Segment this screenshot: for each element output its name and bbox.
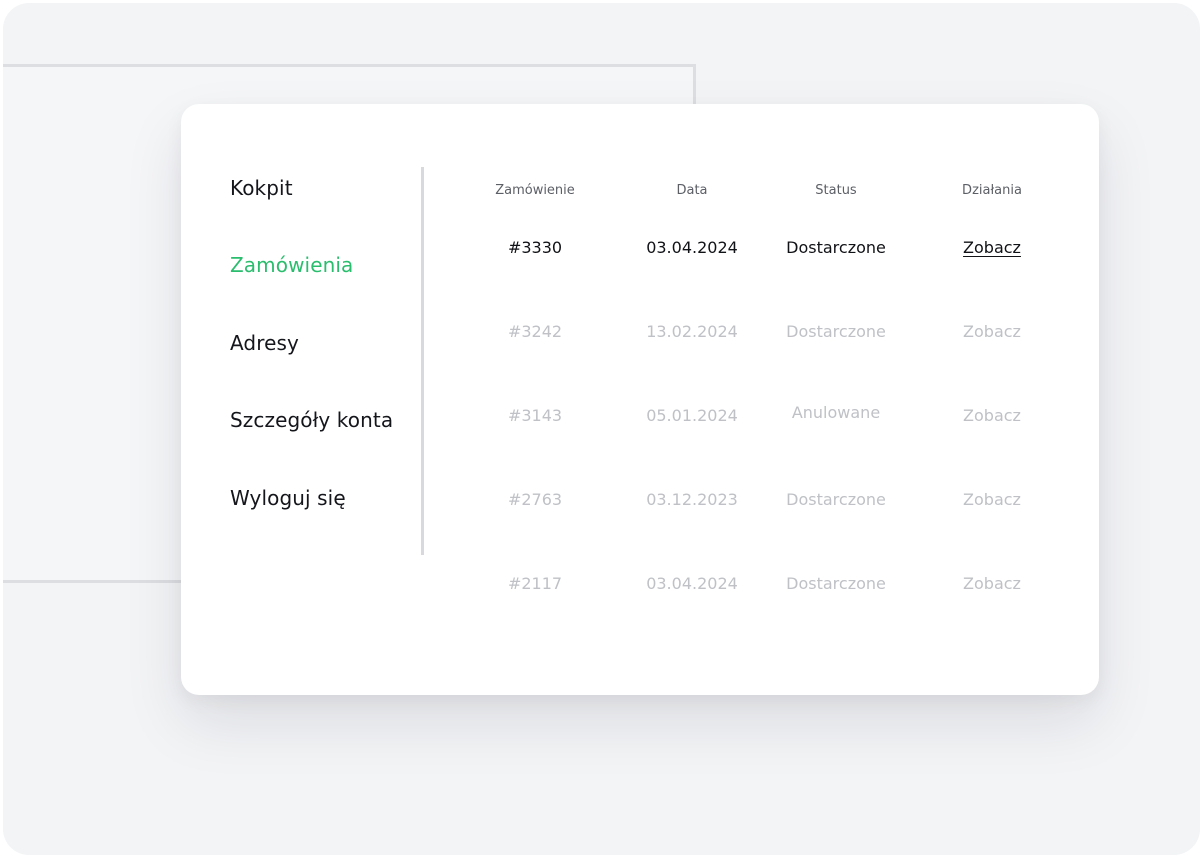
view-order-link[interactable]: Zobacz (963, 406, 1021, 425)
order-date: 13.02.2024 (646, 322, 738, 341)
sidebar-item-dashboard[interactable]: Kokpit (230, 176, 293, 200)
sidebar-divider (421, 167, 424, 555)
sidebar-item-orders[interactable]: Zamówienia (230, 253, 353, 277)
order-status: Dostarczone (786, 574, 886, 593)
view-order-link[interactable]: Zobacz (963, 574, 1021, 593)
view-order-link[interactable]: Zobacz (963, 238, 1021, 257)
order-number: #2117 (507, 574, 563, 593)
sidebar-item-addresses[interactable]: Adresy (230, 331, 299, 355)
order-date: 03.12.2023 (646, 490, 738, 509)
app-backdrop: Kokpit Zamówienia Adresy Szczegóły konta… (3, 3, 1200, 855)
order-status: Dostarczone (786, 322, 886, 341)
order-date: 03.04.2024 (646, 574, 738, 593)
column-header-actions: Działania (962, 183, 1022, 198)
order-status: Dostarczone (786, 238, 886, 257)
column-header-status: Status (815, 183, 857, 198)
sidebar-item-logout[interactable]: Wyloguj się (230, 486, 346, 510)
order-status: Dostarczone (786, 490, 886, 509)
order-number: #3143 (507, 406, 563, 425)
view-order-link[interactable]: Zobacz (963, 322, 1021, 341)
order-number: #3242 (507, 322, 563, 341)
order-date: 05.01.2024 (646, 406, 738, 425)
account-card: Kokpit Zamówienia Adresy Szczegóły konta… (181, 104, 1099, 695)
order-number: #3330 (507, 238, 563, 257)
order-date: 03.04.2024 (646, 238, 738, 257)
view-order-link[interactable]: Zobacz (963, 490, 1021, 509)
column-header-date: Data (676, 183, 708, 198)
sidebar-item-account-details[interactable]: Szczegóły konta (230, 408, 393, 432)
order-number: #2763 (507, 490, 563, 509)
order-status: Anulowane (791, 403, 881, 422)
column-header-order: Zamówienie (495, 183, 575, 198)
